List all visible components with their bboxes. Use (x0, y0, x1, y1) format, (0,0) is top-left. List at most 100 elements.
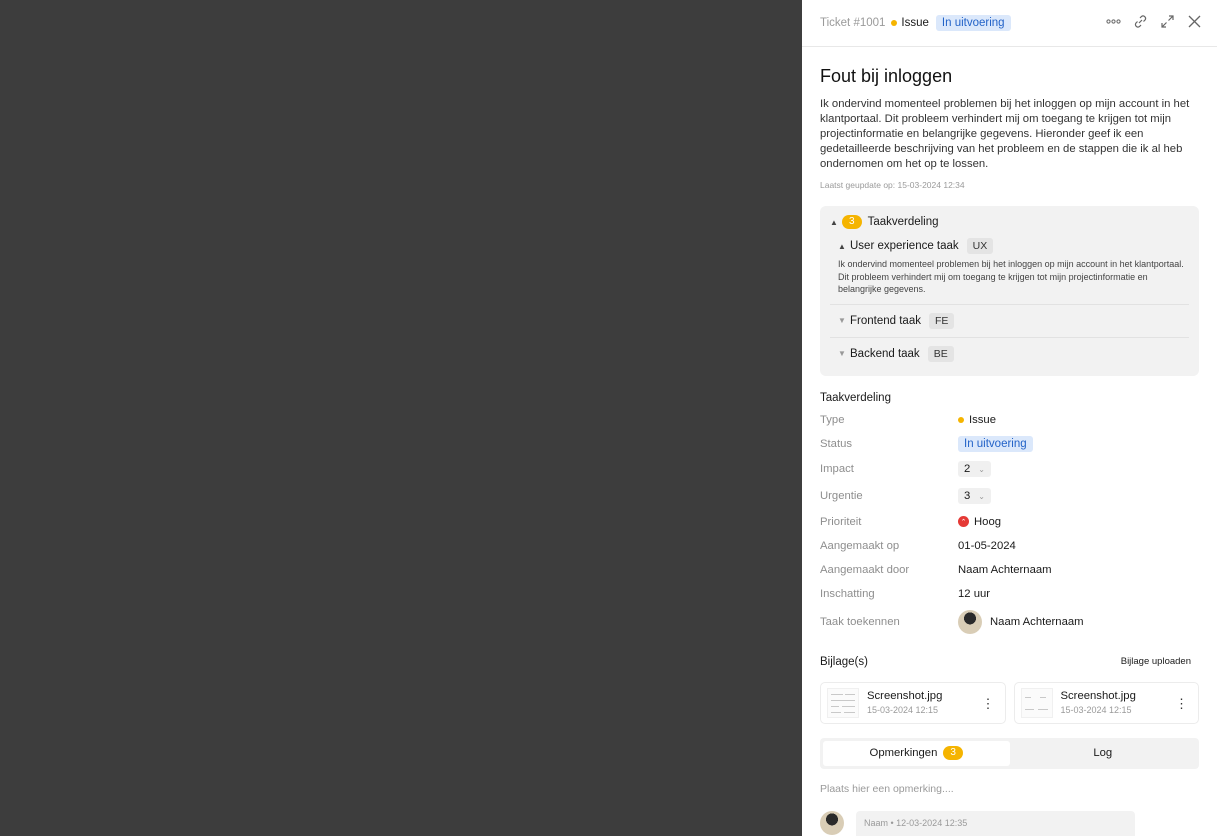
task-name: User experience taak (850, 240, 959, 252)
detail-row-created-by: Aangemaakt door Naam Achternaam (820, 558, 1199, 582)
detail-row-urgency: Urgentie 3 ⌄ (820, 483, 1199, 510)
more-options-icon[interactable] (1105, 13, 1122, 30)
task-breakdown-title: Taakverdeling (867, 216, 939, 228)
type-dot-icon (891, 20, 898, 26)
expand-icon[interactable] (1159, 13, 1176, 30)
task-toggle-fe[interactable]: ▼ Frontend taak FE (838, 305, 1189, 337)
detail-label: Prioriteit (820, 515, 862, 528)
status-badge: In uitvoering (935, 15, 1011, 31)
detail-label: Inschatting (820, 587, 875, 600)
panel-content: Fout bij inloggen Ik ondervind momenteel… (802, 66, 1217, 836)
detail-row-estimate: Inschatting 12 uur (820, 582, 1199, 606)
tab-label: Opmerkingen (869, 747, 938, 759)
detail-label: Urgentie (820, 490, 863, 502)
comments-count-badge: 3 (943, 746, 963, 760)
kebab-menu-icon[interactable]: ⋮ (1175, 696, 1188, 712)
task-tag: BE (927, 345, 954, 362)
ticket-title: Fout bij inloggen (820, 66, 953, 86)
chevron-down-icon: ⌄ (978, 491, 985, 501)
attachment-card[interactable]: Screenshot.jpg 15-03-2024 12:15 ⋮ (1013, 681, 1199, 724)
task-item: ▼ Frontend taak FE (830, 305, 1189, 338)
tab-comments[interactable]: Opmerkingen 3 (823, 740, 1010, 766)
link-icon[interactable] (1132, 13, 1149, 30)
task-breakdown-toggle[interactable]: ▲ 3 Taakverdeling (830, 214, 1189, 230)
detail-row-created: Aangemaakt op 01-05-2024 (820, 534, 1199, 558)
caret-down-icon: ▼ (838, 349, 846, 358)
header-actions (1105, 13, 1203, 30)
urgency-value: 3 (964, 490, 971, 502)
detail-label: Taak toekennen (820, 615, 900, 628)
assignee[interactable]: Naam Achternaam (958, 609, 1084, 634)
avatar (958, 609, 982, 634)
close-icon[interactable] (1186, 13, 1203, 30)
detail-value: 2 ⌄ (958, 461, 991, 477)
detail-label: Aangemaakt door (820, 563, 910, 576)
caret-down-icon: ▼ (838, 316, 846, 325)
task-name: Frontend taak (850, 314, 921, 327)
ticket-id: Ticket #1001 (820, 17, 886, 29)
detail-row-priority: Prioriteit ⌃ Hoog (820, 510, 1199, 534)
task-name: Backend taak (850, 347, 920, 360)
task-tag: FE (928, 312, 955, 329)
detail-value: 12 uur (958, 587, 991, 600)
impact-select[interactable]: 2 ⌄ (958, 461, 991, 477)
tab-label: Log (1093, 747, 1113, 759)
attachment-card[interactable]: Screenshot.jpg 15-03-2024 12:15 ⋮ (820, 681, 1006, 724)
task-toggle-be[interactable]: ▼ Backend taak BE (838, 338, 1189, 370)
chevron-down-icon: ⌄ (978, 464, 985, 474)
attachments-header: Bijlage(s) Bijlage uploaden (820, 656, 1199, 668)
type-value: Issue (969, 413, 997, 426)
comment-input[interactable]: Plaats hier een opmerking.... (820, 783, 1199, 797)
detail-value: ⌃ Hoog (958, 516, 1001, 528)
task-count-badge: 3 (842, 215, 862, 229)
detail-label: Type (820, 413, 845, 426)
avatar (820, 810, 844, 835)
caret-up-icon: ▲ (838, 241, 846, 251)
urgency-select[interactable]: 3 ⌄ (958, 488, 991, 504)
file-thumbnail (1020, 687, 1053, 718)
detail-value: Naam Achternaam (958, 563, 1052, 576)
type-dot-icon (958, 416, 964, 423)
ticket-detail-panel: Ticket #1001 Issue In uitvoering Fout bi… (802, 0, 1217, 836)
tab-log[interactable]: Log (1010, 741, 1197, 766)
status-badge[interactable]: In uitvoering (958, 435, 1033, 452)
last-updated: Laatst geupdate op: 15-03-2024 12:34 (820, 180, 965, 190)
file-date: 15-03-2024 12:15 (1060, 705, 1132, 715)
attachments-list: Screenshot.jpg 15-03-2024 12:15 ⋮ Screen… (820, 681, 1199, 724)
task-tag: UX (966, 238, 994, 254)
detail-label: Impact (820, 463, 854, 475)
caret-up-icon: ▲ (830, 217, 838, 227)
details-list: Type Issue Status In uitvoering Impact 2… (820, 408, 1199, 638)
ticket-type-label: Issue (901, 17, 929, 29)
impact-value: 2 (964, 463, 971, 475)
detail-row-assign: Taak toekennen Naam Achternaam (820, 606, 1199, 638)
kebab-menu-icon[interactable]: ⋮ (982, 696, 995, 712)
detail-row-impact: Impact 2 ⌄ (820, 456, 1199, 483)
priority-high-icon: ⌃ (958, 516, 969, 527)
upload-attachment-button[interactable]: Bijlage uploaden (1121, 656, 1199, 667)
detail-label: Status (820, 437, 853, 450)
detail-value: Issue (958, 414, 996, 426)
assignee-name: Naam Achternaam (990, 615, 1084, 628)
task-breakdown: ▲ 3 Taakverdeling ▲ User experience taak… (820, 206, 1199, 376)
detail-value: 3 ⌄ (958, 488, 991, 504)
comment-bubble: Naam • 12-03-2024 12:35 (856, 810, 1135, 836)
file-date: 15-03-2024 12:15 (867, 705, 939, 715)
task-description: Ik ondervind momenteel problemen bij het… (838, 259, 1184, 294)
ticket-description: Ik ondervind momenteel problemen bij het… (820, 98, 1190, 170)
file-name: Screenshot.jpg (867, 690, 943, 702)
comment-item: Naam • 12-03-2024 12:35 (820, 810, 1199, 836)
detail-row-status: Status In uitvoering (820, 432, 1199, 456)
task-item: ▲ User experience taak UX Ik ondervind m… (830, 230, 1189, 305)
task-item: ▼ Backend taak BE (830, 338, 1189, 370)
detail-value[interactable]: In uitvoering (958, 435, 1033, 452)
detail-label: Aangemaakt op (820, 539, 900, 552)
file-name: Screenshot.jpg (1060, 690, 1136, 702)
priority-value: Hoog (974, 515, 1002, 528)
comment-meta: Naam • 12-03-2024 12:35 (864, 817, 968, 828)
modal-backdrop[interactable] (0, 0, 802, 836)
detail-value: 01-05-2024 (958, 539, 1016, 552)
file-thumbnail (827, 687, 859, 718)
attachments-title: Bijlage(s) (820, 655, 868, 668)
panel-header: Ticket #1001 Issue In uitvoering (802, 0, 1217, 47)
